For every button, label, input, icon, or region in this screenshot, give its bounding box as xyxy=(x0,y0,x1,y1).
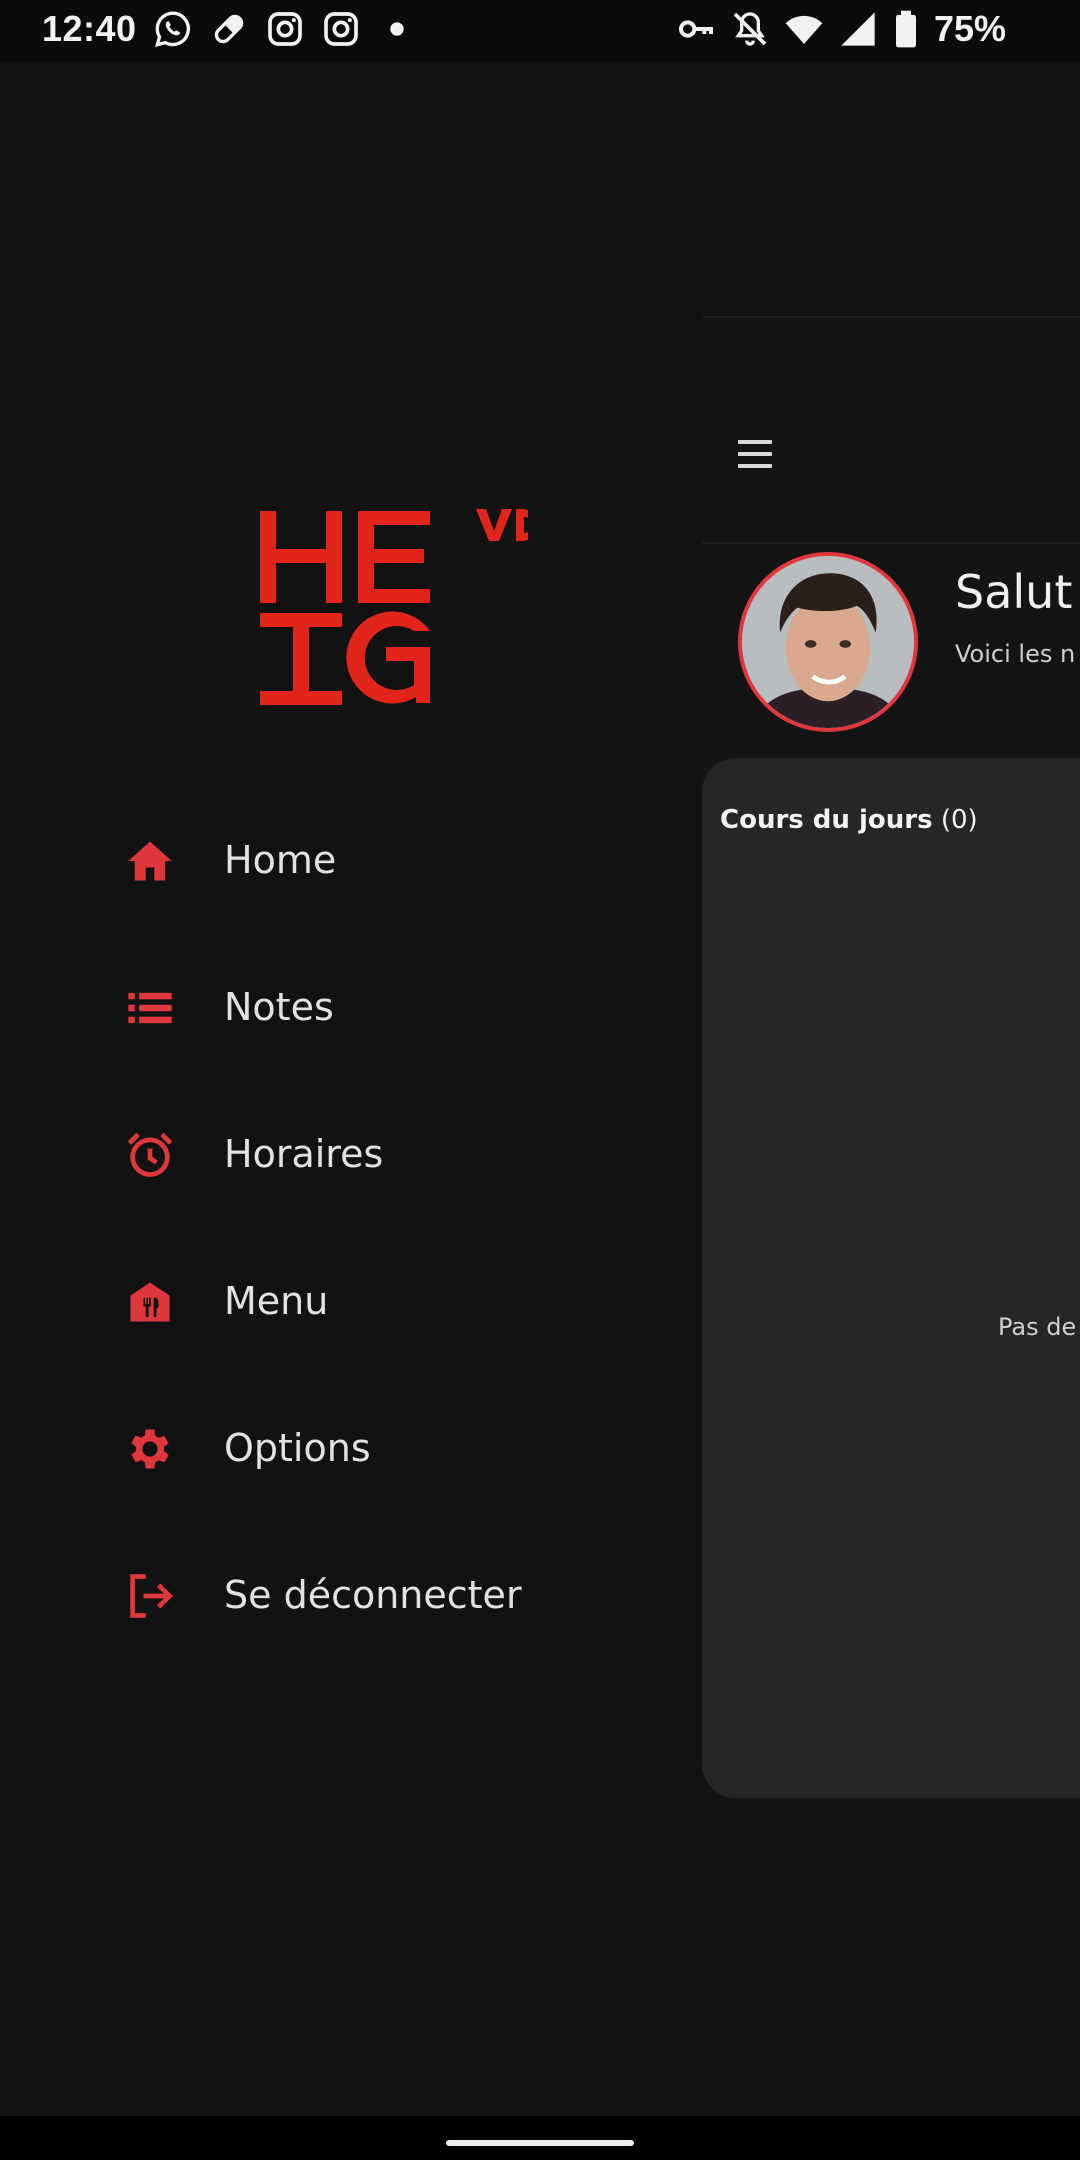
drawer-item-label: Se déconnecter xyxy=(224,1573,522,1617)
vpn-key-icon xyxy=(676,9,716,49)
logout-icon xyxy=(124,1570,176,1622)
gear-icon xyxy=(124,1423,176,1475)
navigation-drawer xyxy=(0,62,702,2116)
courses-title-label: Cours du jours xyxy=(720,805,933,835)
drawer-item-menu[interactable]: Menu xyxy=(0,1241,702,1361)
dot-icon xyxy=(377,9,417,49)
drawer-item-horaires[interactable]: Horaires xyxy=(0,1094,702,1214)
system-navigation-bar xyxy=(0,2116,1080,2160)
signal-icon xyxy=(838,9,878,49)
wifi-icon xyxy=(784,9,824,49)
drawer-item-label: Home xyxy=(224,838,337,882)
drawer-item-label: Horaires xyxy=(224,1132,384,1176)
whatsapp-icon xyxy=(153,9,193,49)
home-icon xyxy=(124,835,176,887)
courses-count: (0) xyxy=(940,805,978,835)
courses-card xyxy=(702,758,1080,1798)
battery-percentage: 75% xyxy=(933,8,1006,49)
courses-card-title: Cours du jours (0) xyxy=(720,805,978,835)
bell-off-icon xyxy=(730,9,770,49)
drawer-item-options[interactable]: Options xyxy=(0,1388,702,1508)
drawer-item-home[interactable]: Home xyxy=(0,800,702,920)
drawer-item-logout[interactable]: Se déconnecter xyxy=(0,1535,702,1655)
restaurant-icon xyxy=(124,1276,176,1328)
avatar[interactable] xyxy=(738,552,918,732)
drawer-item-notes[interactable]: Notes xyxy=(0,947,702,1067)
courses-empty-text: Pas de xyxy=(998,1313,1077,1341)
battery-icon xyxy=(892,9,920,49)
divider xyxy=(702,316,1080,318)
instagram-icon xyxy=(265,9,305,49)
list-icon xyxy=(124,982,176,1034)
greeting-text: Salut xyxy=(955,565,1073,619)
instagram-icon xyxy=(321,9,361,49)
app-bar xyxy=(702,318,1080,544)
home-gesture-handle[interactable] xyxy=(446,2140,634,2146)
heig-vd-logo xyxy=(258,505,538,710)
status-time: 12:40 xyxy=(42,8,137,49)
subgreeting-text: Voici les n xyxy=(955,640,1076,668)
status-bar: 12:40 75% xyxy=(0,0,1080,62)
drawer-item-label: Notes xyxy=(224,985,334,1029)
drawer-item-label: Options xyxy=(224,1426,371,1470)
avatar-photo xyxy=(742,556,914,728)
alarm-clock-icon xyxy=(124,1129,176,1181)
drawer-item-label: Menu xyxy=(224,1279,329,1323)
menu-hamburger-icon[interactable] xyxy=(738,440,772,468)
pill-icon xyxy=(209,9,249,49)
